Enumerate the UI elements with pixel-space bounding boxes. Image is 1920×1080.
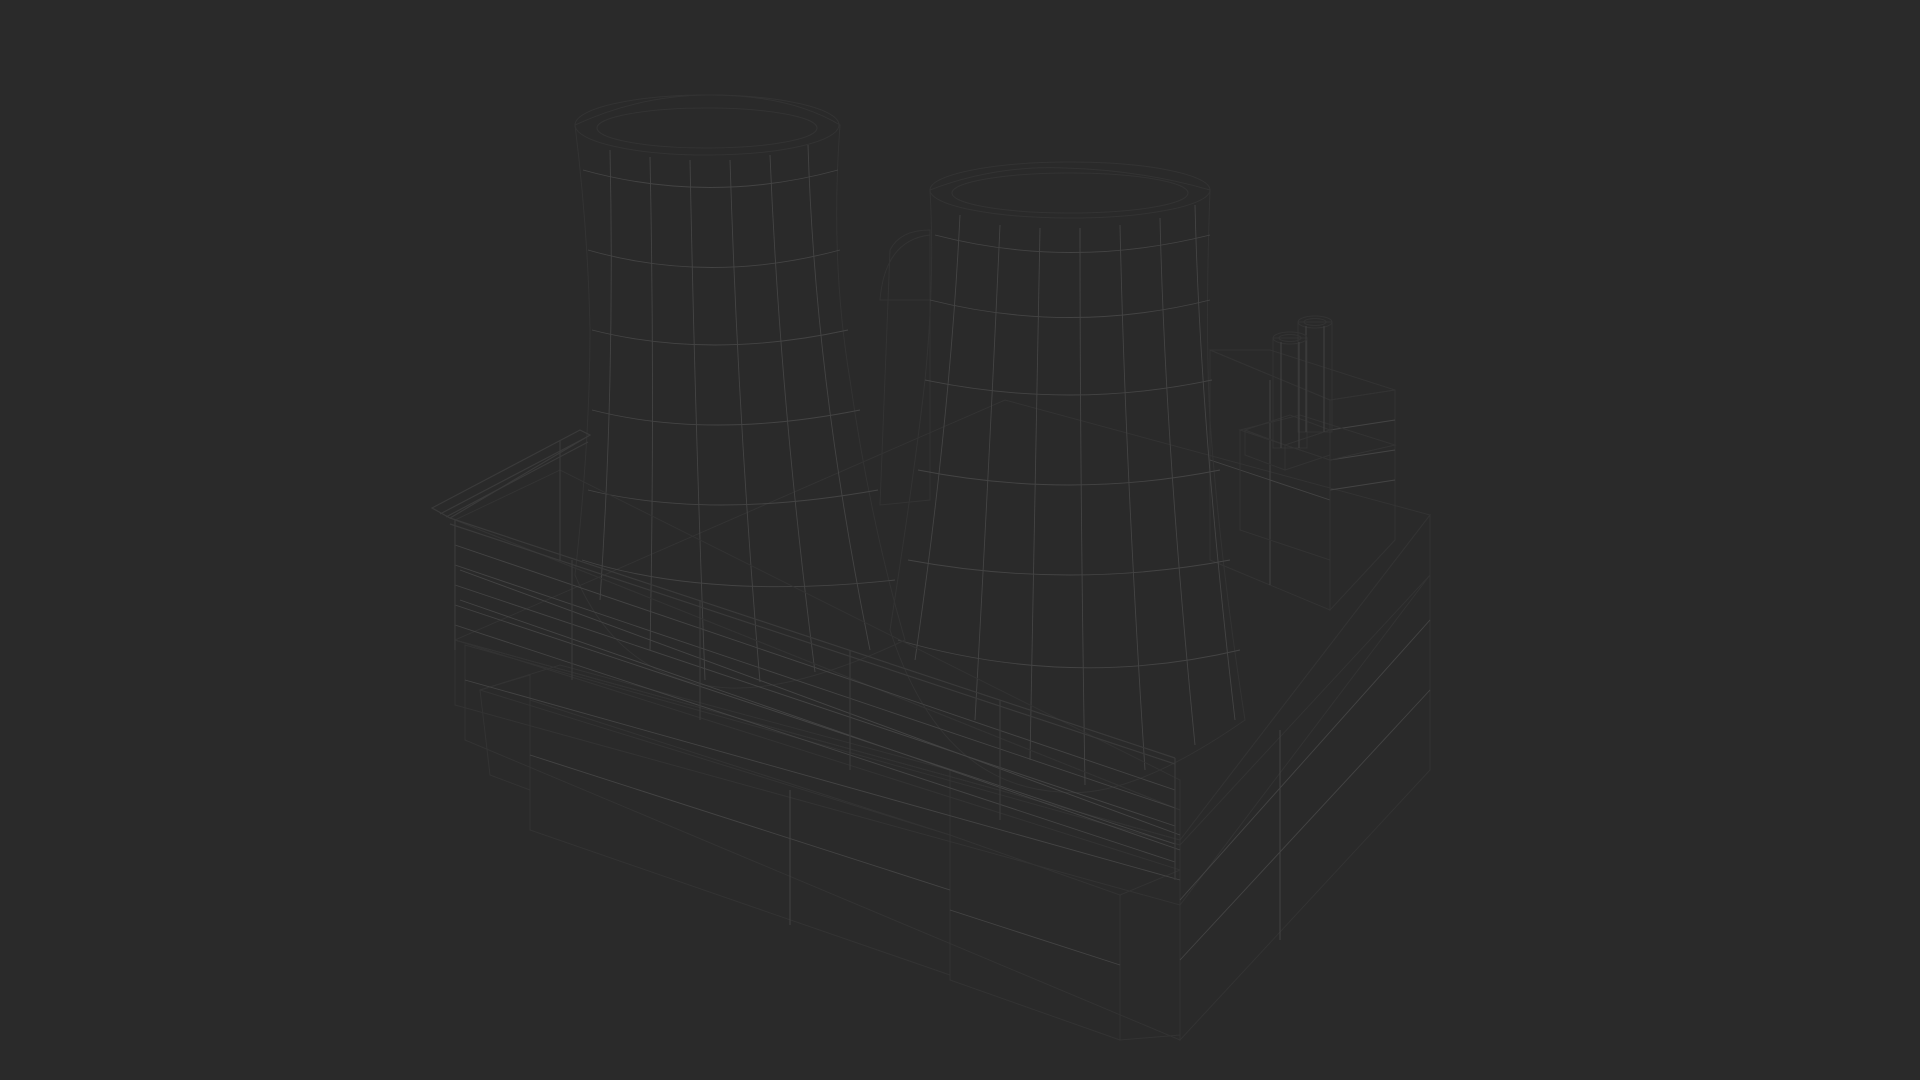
smokestack-rear xyxy=(1297,315,1333,433)
viewport-canvas[interactable] xyxy=(0,0,1920,1080)
smokestack-front xyxy=(1272,331,1308,449)
cooling-tower-right xyxy=(879,161,1246,794)
base-platform xyxy=(453,399,1431,1042)
cooling-tower-left xyxy=(574,94,906,689)
